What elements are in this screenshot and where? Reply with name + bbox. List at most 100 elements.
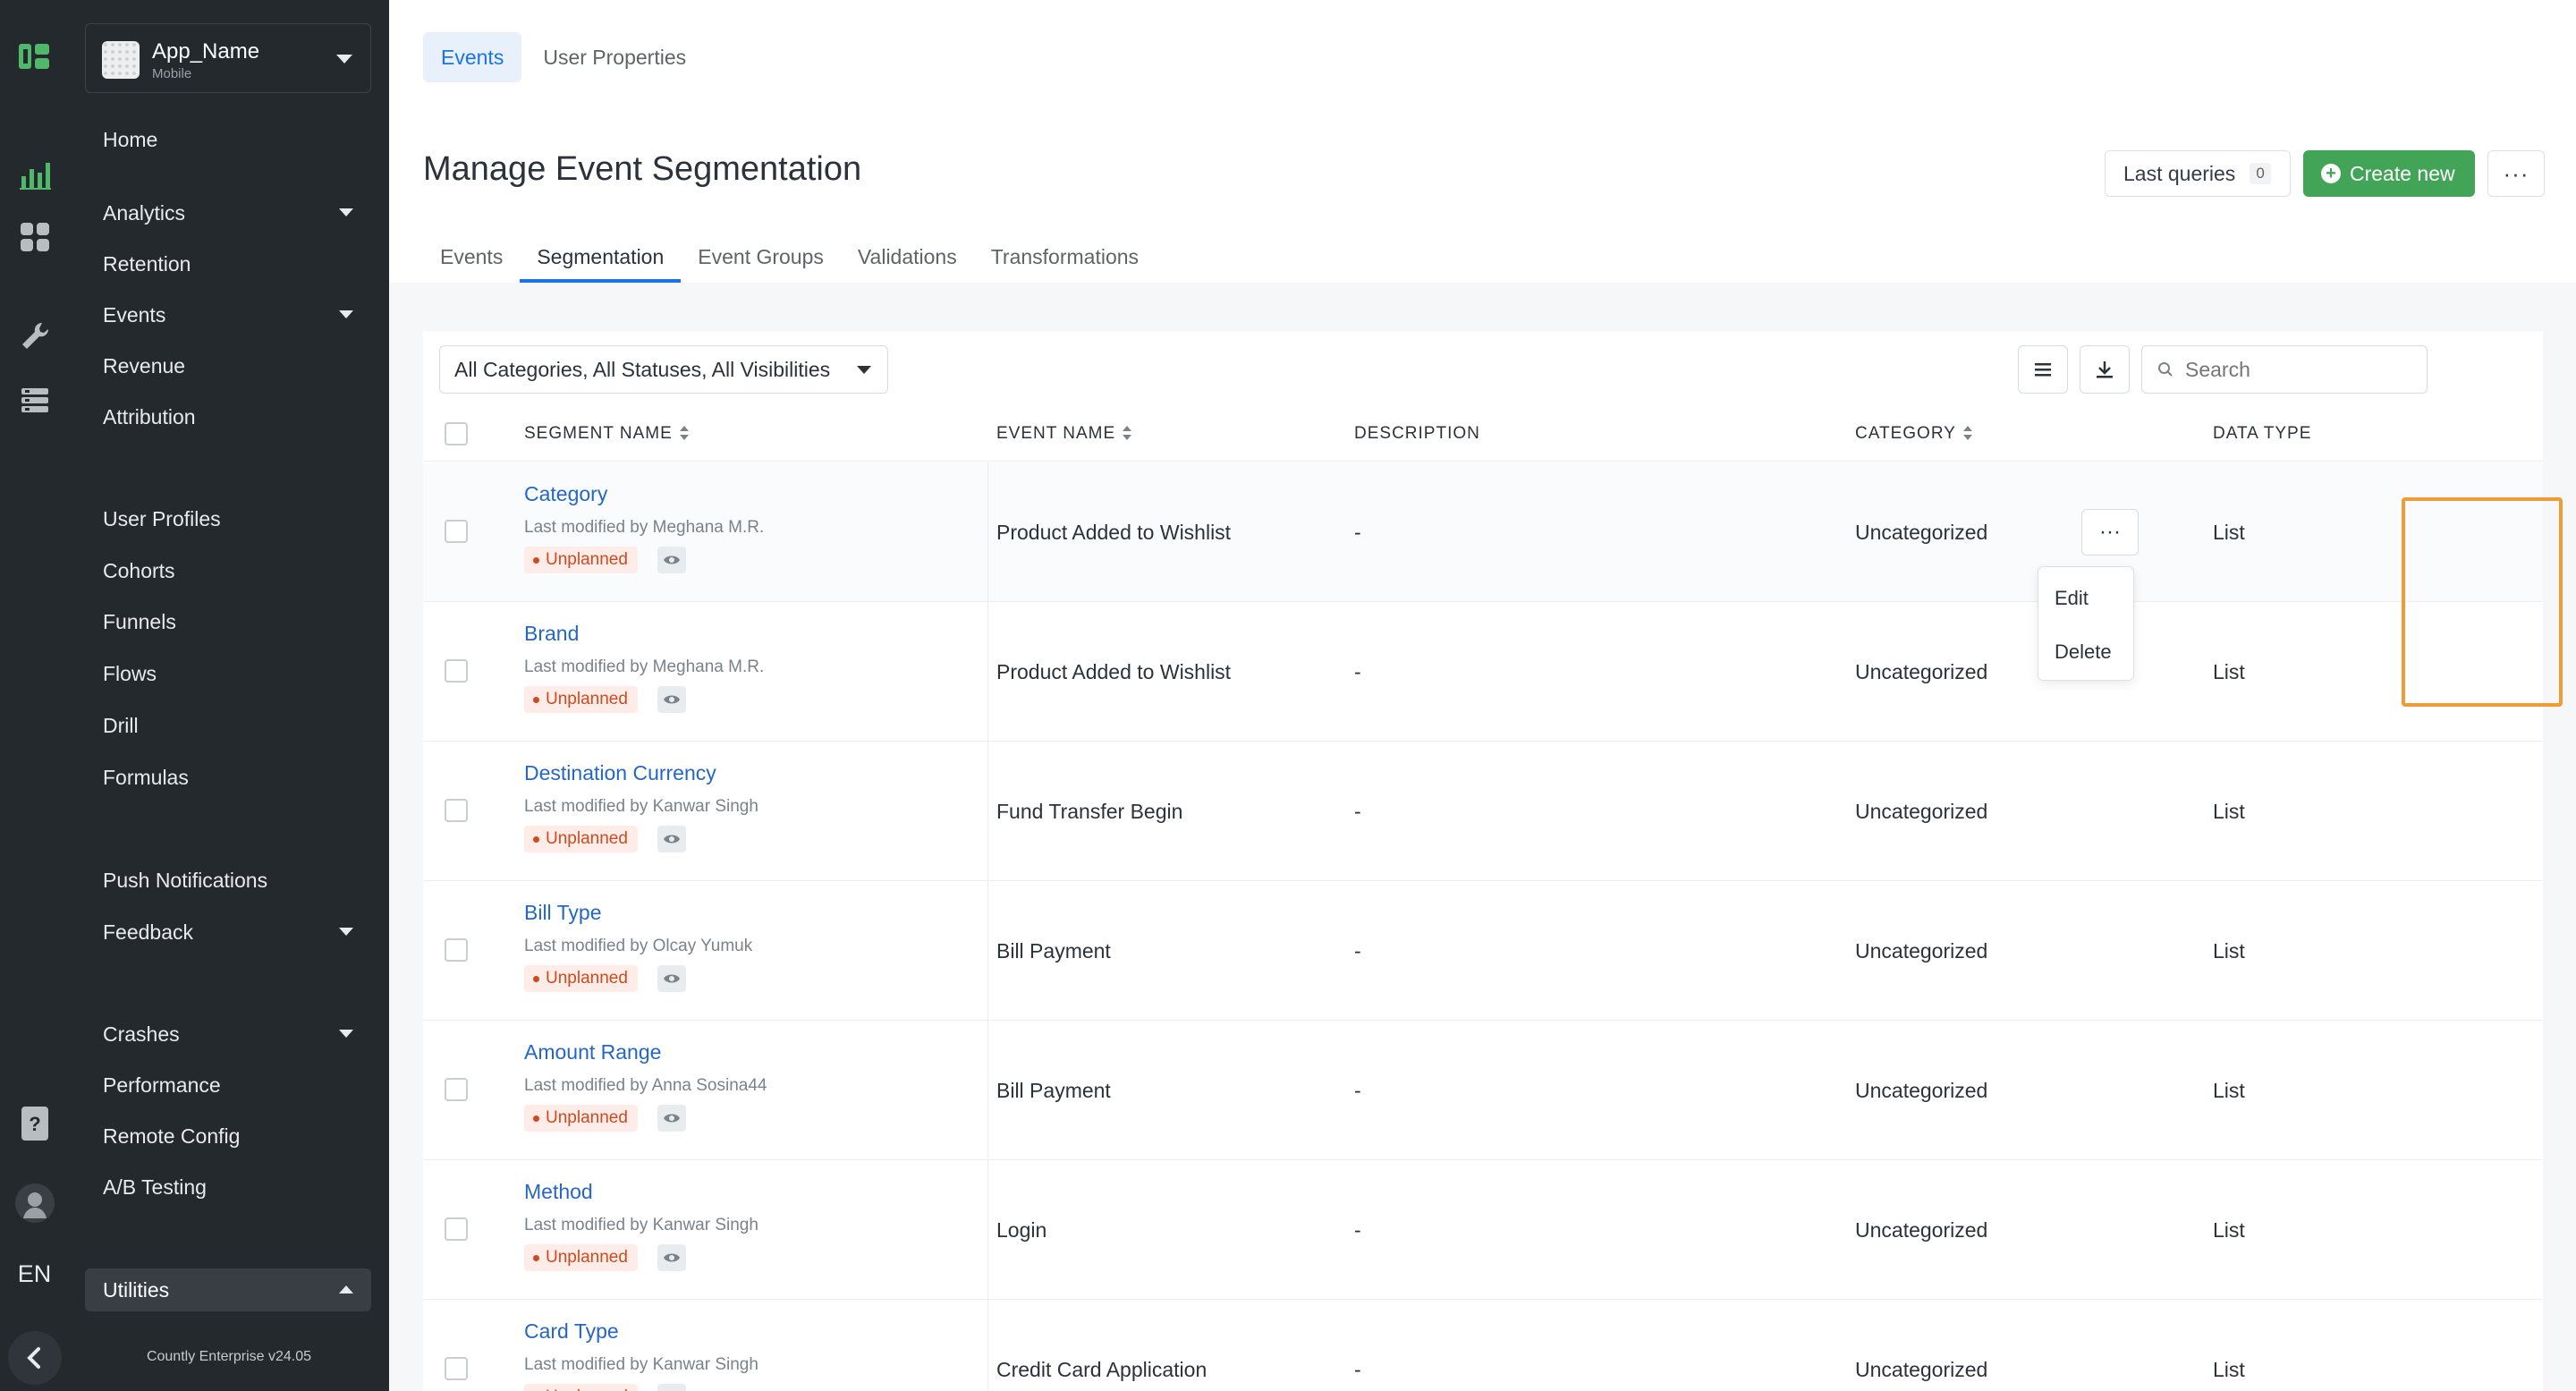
- sidebar-item-retention[interactable]: Retention: [85, 242, 371, 285]
- status-badge: Unplanned: [524, 965, 638, 992]
- eye-icon: [657, 1105, 686, 1132]
- status-badge: Unplanned: [524, 547, 638, 573]
- column-header-description: Description: [1354, 424, 1480, 443]
- chevron-down-icon: [339, 928, 353, 936]
- sidebar-item-label: Analytics: [103, 201, 186, 225]
- status-badge: Unplanned: [524, 826, 638, 852]
- sidebar-item-revenue[interactable]: Revenue: [85, 344, 371, 387]
- description-cell: -: [1354, 1079, 1361, 1102]
- row-actions-button[interactable]: ···: [2081, 509, 2139, 556]
- subtab-events[interactable]: Events: [423, 236, 520, 283]
- database-icon[interactable]: [0, 383, 69, 419]
- last-queries-button[interactable]: Last queries 0: [2105, 150, 2291, 197]
- column-header-data-type: Data Type: [2213, 424, 2312, 443]
- menu-item-edit[interactable]: Edit: [2055, 587, 2089, 610]
- eye-icon: [657, 965, 686, 992]
- sidebar-item-performance[interactable]: Performance: [85, 1064, 371, 1107]
- column-settings-button[interactable]: [2018, 345, 2068, 394]
- sidebar-item-funnels[interactable]: Funnels: [85, 600, 371, 643]
- sidebar-item-cohorts[interactable]: Cohorts: [85, 549, 371, 592]
- description-cell: -: [1354, 1218, 1361, 1242]
- sidebar-item-crashes[interactable]: Crashes: [85, 1013, 371, 1056]
- collapse-sidebar-icon[interactable]: [0, 1329, 69, 1387]
- segment-name-link[interactable]: Category: [524, 482, 607, 506]
- sidebar-item-analytics[interactable]: Analytics: [85, 191, 371, 234]
- subtab-transformations[interactable]: Transformations: [974, 236, 1156, 283]
- top-tabs: Events User Properties: [423, 32, 704, 82]
- wrench-icon[interactable]: [0, 318, 69, 354]
- column-header-segment-name[interactable]: Segment Name: [524, 406, 689, 462]
- sidebar-item-formulas[interactable]: Formulas: [85, 756, 371, 799]
- subtab-validations[interactable]: Validations: [841, 236, 974, 283]
- segment-name-link[interactable]: Bill Type: [524, 901, 602, 925]
- column-header-event-name[interactable]: Event Name: [996, 406, 1132, 462]
- table-row[interactable]: Card Type Last modified by Kanwar Singh …: [423, 1300, 2543, 1391]
- table-row[interactable]: Brand Last modified by Meghana M.R. Unpl…: [423, 602, 2543, 742]
- more-options-button[interactable]: ···: [2487, 150, 2545, 197]
- list-icon: [2035, 363, 2051, 377]
- sidebar-item-events[interactable]: Events: [85, 293, 371, 336]
- select-all-checkbox[interactable]: [445, 422, 468, 445]
- data-type-cell: List: [2213, 800, 2245, 823]
- subtab-segmentation[interactable]: Segmentation: [520, 236, 682, 283]
- table-row[interactable]: Method Last modified by Kanwar Singh Unp…: [423, 1160, 2543, 1300]
- table-row[interactable]: Destination Currency Last modified by Ka…: [423, 742, 2543, 881]
- row-checkbox[interactable]: [445, 659, 468, 683]
- sidebar-item-attribution[interactable]: Attribution: [85, 395, 371, 438]
- row-checkbox[interactable]: [445, 1357, 468, 1380]
- sidebar-item-remote-config[interactable]: Remote Config: [85, 1115, 371, 1158]
- segment-name-link[interactable]: Method: [524, 1180, 593, 1204]
- search-input[interactable]: [2141, 345, 2428, 394]
- sidebar-item-label: Utilities: [103, 1278, 170, 1302]
- subtab-event-groups[interactable]: Event Groups: [681, 236, 841, 283]
- chevron-up-icon: [339, 1285, 353, 1293]
- sidebar-item-flows[interactable]: Flows: [85, 652, 371, 695]
- segment-name-link[interactable]: Card Type: [524, 1319, 619, 1344]
- help-document-icon[interactable]: ?: [0, 1104, 69, 1143]
- download-button[interactable]: [2080, 345, 2130, 394]
- svg-text:?: ?: [29, 1113, 40, 1135]
- sidebar-item-label: Crashes: [103, 1022, 180, 1046]
- row-checkbox[interactable]: [445, 1078, 468, 1101]
- last-queries-count: 0: [2250, 163, 2271, 184]
- category-cell: Uncategorized: [1855, 1218, 1988, 1242]
- table-row[interactable]: Amount Range Last modified by Anna Sosin…: [423, 1021, 2543, 1160]
- countly-logo-icon[interactable]: [0, 34, 69, 79]
- column-divider: [987, 602, 988, 742]
- tab-user-properties[interactable]: User Properties: [525, 32, 704, 82]
- row-checkbox[interactable]: [445, 799, 468, 822]
- analytics-chart-icon[interactable]: [0, 157, 69, 193]
- column-header-label: Category: [1855, 424, 1956, 443]
- segment-name-link[interactable]: Amount Range: [524, 1040, 661, 1064]
- menu-item-delete[interactable]: Delete: [2055, 640, 2112, 664]
- sidebar-item-feedback[interactable]: Feedback: [85, 911, 371, 954]
- sidebar-item-push-notifications[interactable]: Push Notifications: [85, 859, 371, 902]
- description-cell: -: [1354, 660, 1361, 683]
- tab-events[interactable]: Events: [423, 32, 522, 82]
- table-row[interactable]: Bill Type Last modified by Olcay Yumuk U…: [423, 881, 2543, 1021]
- sidebar-item-user-profiles[interactable]: User Profiles: [85, 497, 371, 540]
- user-avatar[interactable]: [0, 1183, 69, 1224]
- column-header-category[interactable]: Category: [1855, 406, 1972, 462]
- app-name: App_Name: [152, 39, 260, 64]
- row-checkbox[interactable]: [445, 1217, 468, 1241]
- category-cell: Uncategorized: [1855, 660, 1988, 683]
- table-row[interactable]: Category Last modified by Meghana M.R. U…: [423, 462, 2543, 602]
- dashboard-grid-icon[interactable]: [0, 219, 69, 255]
- column-divider: [987, 462, 988, 602]
- segment-name-link[interactable]: Destination Currency: [524, 761, 716, 785]
- create-new-button[interactable]: + Create new: [2303, 150, 2475, 197]
- category-cell: Uncategorized: [1855, 1079, 1988, 1102]
- row-checkbox[interactable]: [445, 520, 468, 543]
- segment-name-link[interactable]: Brand: [524, 622, 579, 646]
- language-selector[interactable]: EN: [0, 1256, 69, 1292]
- sidebar-item-home[interactable]: Home: [85, 118, 371, 161]
- filter-dropdown[interactable]: All Categories, All Statuses, All Visibi…: [439, 345, 888, 394]
- row-checkbox[interactable]: [445, 938, 468, 962]
- sidebar-item-ab-testing[interactable]: A/B Testing: [85, 1166, 371, 1209]
- sidebar-item-utilities[interactable]: Utilities: [85, 1268, 371, 1311]
- eye-icon: [657, 1384, 686, 1391]
- app-selector[interactable]: App_Name Mobile: [85, 23, 371, 93]
- sidebar-item-drill[interactable]: Drill: [85, 704, 371, 747]
- event-name-cell: Product Added to Wishlist: [996, 660, 1232, 683]
